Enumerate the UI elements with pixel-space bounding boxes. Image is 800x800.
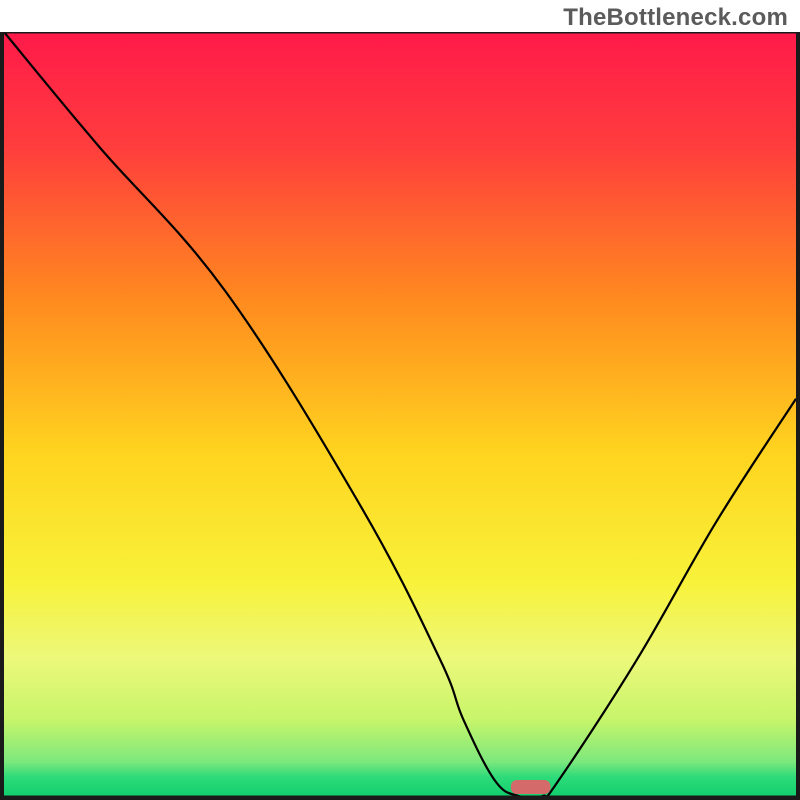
watermark-text: TheBottleneck.com bbox=[563, 4, 788, 32]
gradient-background bbox=[4, 32, 796, 796]
bottleneck-chart bbox=[0, 0, 800, 800]
optimal-range-marker bbox=[511, 780, 551, 794]
chart-container: TheBottleneck.com bbox=[0, 0, 800, 800]
